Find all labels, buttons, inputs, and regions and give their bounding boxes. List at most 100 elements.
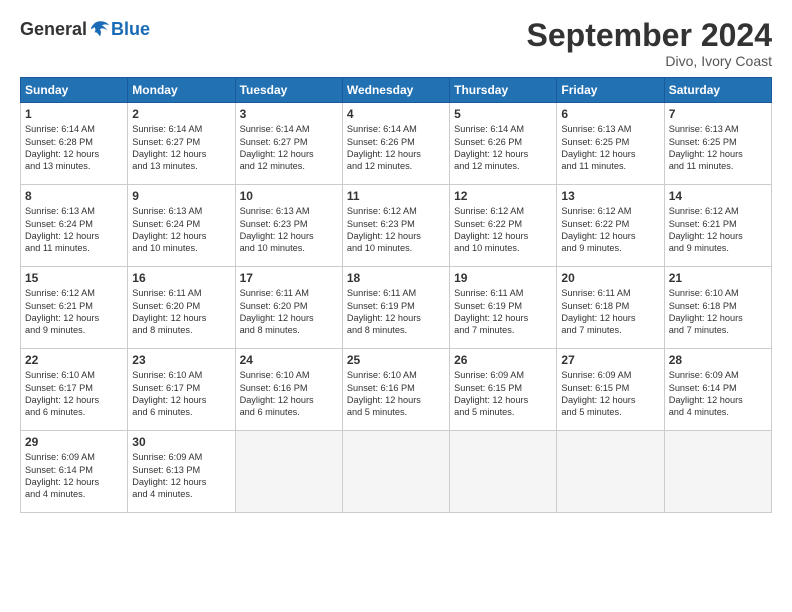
month-title: September 2024 <box>527 18 772 53</box>
day-info: Sunrise: 6:11 AMSunset: 6:19 PMDaylight:… <box>454 287 552 337</box>
calendar-cell: 23Sunrise: 6:10 AMSunset: 6:17 PMDayligh… <box>128 349 235 431</box>
day-number: 7 <box>669 107 767 121</box>
day-number: 26 <box>454 353 552 367</box>
day-info: Sunrise: 6:10 AMSunset: 6:17 PMDaylight:… <box>25 369 123 419</box>
calendar-cell: 7 Sunrise: 6:13 AMSunset: 6:25 PMDaylight… <box>664 103 771 185</box>
calendar-cell: 26 Sunrise: 6:09 AMSunset: 6:15 PMDayligh… <box>450 349 557 431</box>
calendar-cell: 16 Sunrise: 6:11 AMSunset: 6:20 PMDayligh… <box>128 267 235 349</box>
calendar-week-row: 22 Sunrise: 6:10 AMSunset: 6:17 PMDayligh… <box>21 349 772 431</box>
calendar-cell: 8 Sunrise: 6:13 AMSunset: 6:24 PMDaylight… <box>21 185 128 267</box>
calendar-cell: 20 Sunrise: 6:11 AMSunset: 6:18 PMDayligh… <box>557 267 664 349</box>
day-info: Sunrise: 6:09 AMSunset: 6:15 PMDaylight:… <box>561 369 659 419</box>
calendar-cell: 15Sunrise: 6:12 AMSunset: 6:21 PMDayligh… <box>21 267 128 349</box>
calendar-cell: 19Sunrise: 6:11 AMSunset: 6:19 PMDayligh… <box>450 267 557 349</box>
day-number: 18 <box>347 271 445 285</box>
day-info: Sunrise: 6:13 AMSunset: 6:25 PMDaylight:… <box>669 123 767 173</box>
day-number: 21 <box>669 271 767 285</box>
calendar-cell <box>450 431 557 513</box>
day-info: Sunrise: 6:12 AMSunset: 6:22 PMDaylight:… <box>561 205 659 255</box>
day-number: 8 <box>25 189 123 203</box>
calendar-cell: 30Sunrise: 6:09 AMSunset: 6:13 PMDayligh… <box>128 431 235 513</box>
calendar-cell: 3 Sunrise: 6:14 AMSunset: 6:27 PMDaylight… <box>235 103 342 185</box>
calendar-page: General Blue September 2024 Divo, Ivory … <box>0 0 792 612</box>
col-wednesday: Wednesday <box>342 78 449 103</box>
col-thursday: Thursday <box>450 78 557 103</box>
day-number: 20 <box>561 271 659 285</box>
calendar-cell: 10 Sunrise: 6:13 AMSunset: 6:23 PMDayligh… <box>235 185 342 267</box>
col-friday: Friday <box>557 78 664 103</box>
logo: General Blue <box>20 18 150 40</box>
day-info: Sunrise: 6:11 AMSunset: 6:20 PMDaylight:… <box>240 287 338 337</box>
day-info: Sunrise: 6:14 AMSunset: 6:27 PMDaylight:… <box>132 123 230 173</box>
logo-text-blue: Blue <box>111 19 150 40</box>
calendar-cell: 12 Sunrise: 6:12 AMSunset: 6:22 PMDayligh… <box>450 185 557 267</box>
calendar-cell: 28Sunrise: 6:09 AMSunset: 6:14 PMDayligh… <box>664 349 771 431</box>
day-number: 29 <box>25 435 123 449</box>
day-info: Sunrise: 6:11 AMSunset: 6:19 PMDaylight:… <box>347 287 445 337</box>
day-number: 10 <box>240 189 338 203</box>
day-info: Sunrise: 6:10 AMSunset: 6:16 PMDaylight:… <box>240 369 338 419</box>
day-number: 16 <box>132 271 230 285</box>
day-info: Sunrise: 6:10 AMSunset: 6:17 PMDaylight:… <box>132 369 230 419</box>
day-info: Sunrise: 6:10 AMSunset: 6:18 PMDaylight:… <box>669 287 767 337</box>
calendar-cell: 6 Sunrise: 6:13 AMSunset: 6:25 PMDaylight… <box>557 103 664 185</box>
day-number: 13 <box>561 189 659 203</box>
day-number: 9 <box>132 189 230 203</box>
calendar-table: Sunday Monday Tuesday Wednesday Thursday… <box>20 77 772 513</box>
calendar-cell: 9Sunrise: 6:13 AMSunset: 6:24 PMDaylight… <box>128 185 235 267</box>
location: Divo, Ivory Coast <box>527 53 772 69</box>
day-number: 14 <box>669 189 767 203</box>
calendar-cell: 4 Sunrise: 6:14 AMSunset: 6:26 PMDaylight… <box>342 103 449 185</box>
calendar-header-row: Sunday Monday Tuesday Wednesday Thursday… <box>21 78 772 103</box>
calendar-week-row: 1 Sunrise: 6:14 AMSunset: 6:28 PMDaylight… <box>21 103 772 185</box>
calendar-cell <box>557 431 664 513</box>
calendar-cell: 1 Sunrise: 6:14 AMSunset: 6:28 PMDaylight… <box>21 103 128 185</box>
col-monday: Monday <box>128 78 235 103</box>
title-section: September 2024 Divo, Ivory Coast <box>527 18 772 69</box>
day-number: 12 <box>454 189 552 203</box>
calendar-cell: 2Sunrise: 6:14 AMSunset: 6:27 PMDaylight… <box>128 103 235 185</box>
day-info: Sunrise: 6:13 AMSunset: 6:25 PMDaylight:… <box>561 123 659 173</box>
day-number: 22 <box>25 353 123 367</box>
day-number: 5 <box>454 107 552 121</box>
calendar-cell: 25Sunrise: 6:10 AMSunset: 6:16 PMDayligh… <box>342 349 449 431</box>
day-number: 3 <box>240 107 338 121</box>
day-info: Sunrise: 6:11 AMSunset: 6:18 PMDaylight:… <box>561 287 659 337</box>
col-tuesday: Tuesday <box>235 78 342 103</box>
calendar-cell <box>342 431 449 513</box>
calendar-cell: 13 Sunrise: 6:12 AMSunset: 6:22 PMDayligh… <box>557 185 664 267</box>
day-number: 17 <box>240 271 338 285</box>
day-info: Sunrise: 6:11 AMSunset: 6:20 PMDaylight:… <box>132 287 230 337</box>
day-number: 24 <box>240 353 338 367</box>
day-number: 25 <box>347 353 445 367</box>
day-number: 15 <box>25 271 123 285</box>
calendar-week-row: 8 Sunrise: 6:13 AMSunset: 6:24 PMDaylight… <box>21 185 772 267</box>
col-sunday: Sunday <box>21 78 128 103</box>
calendar-cell: 5 Sunrise: 6:14 AMSunset: 6:26 PMDaylight… <box>450 103 557 185</box>
calendar-cell: 17 Sunrise: 6:11 AMSunset: 6:20 PMDayligh… <box>235 267 342 349</box>
calendar-cell <box>664 431 771 513</box>
day-info: Sunrise: 6:14 AMSunset: 6:26 PMDaylight:… <box>454 123 552 173</box>
calendar-cell: 27 Sunrise: 6:09 AMSunset: 6:15 PMDayligh… <box>557 349 664 431</box>
day-info: Sunrise: 6:14 AMSunset: 6:26 PMDaylight:… <box>347 123 445 173</box>
day-info: Sunrise: 6:13 AMSunset: 6:23 PMDaylight:… <box>240 205 338 255</box>
day-number: 4 <box>347 107 445 121</box>
calendar-week-row: 29Sunrise: 6:09 AMSunset: 6:14 PMDayligh… <box>21 431 772 513</box>
logo-text-general: General <box>20 19 87 40</box>
logo-bird-icon <box>89 18 111 40</box>
day-info: Sunrise: 6:14 AMSunset: 6:28 PMDaylight:… <box>25 123 123 173</box>
calendar-cell: 29Sunrise: 6:09 AMSunset: 6:14 PMDayligh… <box>21 431 128 513</box>
day-info: Sunrise: 6:13 AMSunset: 6:24 PMDaylight:… <box>25 205 123 255</box>
day-number: 28 <box>669 353 767 367</box>
day-number: 1 <box>25 107 123 121</box>
day-number: 6 <box>561 107 659 121</box>
day-info: Sunrise: 6:12 AMSunset: 6:22 PMDaylight:… <box>454 205 552 255</box>
day-info: Sunrise: 6:14 AMSunset: 6:27 PMDaylight:… <box>240 123 338 173</box>
day-number: 11 <box>347 189 445 203</box>
calendar-week-row: 15Sunrise: 6:12 AMSunset: 6:21 PMDayligh… <box>21 267 772 349</box>
day-info: Sunrise: 6:12 AMSunset: 6:23 PMDaylight:… <box>347 205 445 255</box>
day-info: Sunrise: 6:09 AMSunset: 6:15 PMDaylight:… <box>454 369 552 419</box>
day-info: Sunrise: 6:09 AMSunset: 6:13 PMDaylight:… <box>132 451 230 501</box>
calendar-cell: 14Sunrise: 6:12 AMSunset: 6:21 PMDayligh… <box>664 185 771 267</box>
day-number: 27 <box>561 353 659 367</box>
